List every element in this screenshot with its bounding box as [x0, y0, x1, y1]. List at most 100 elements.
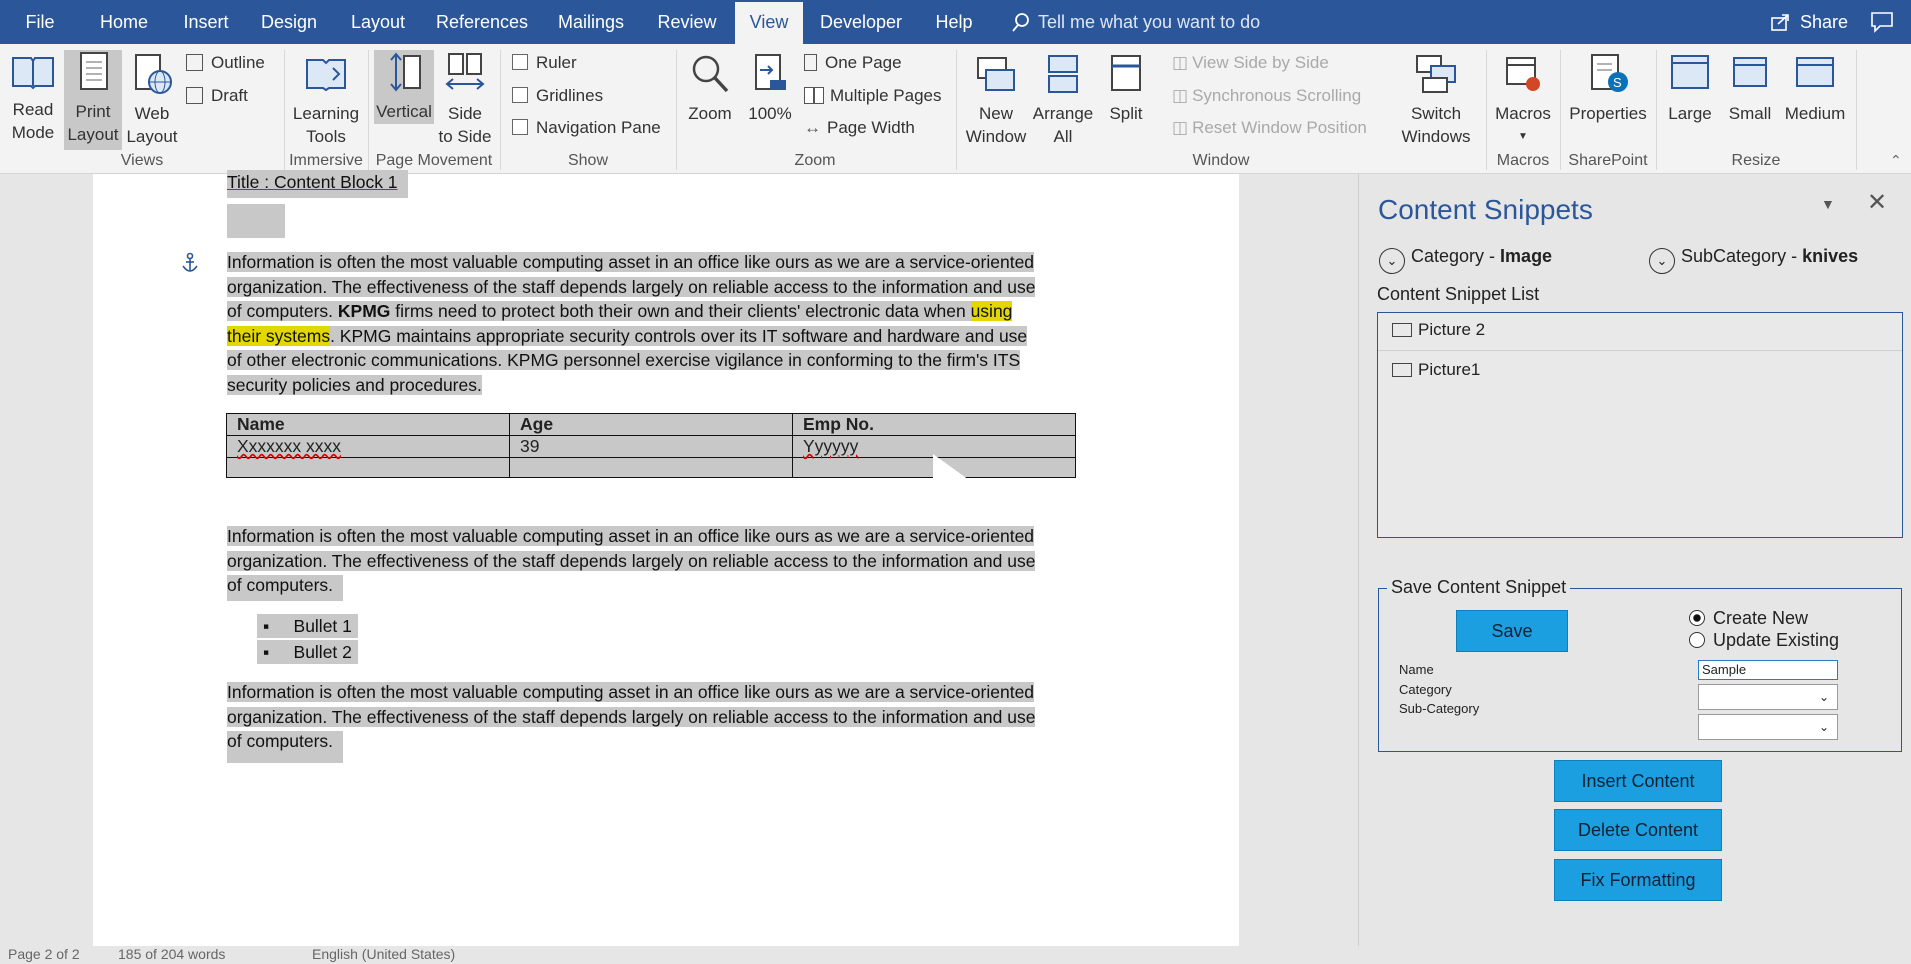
- split-button[interactable]: Split: [1096, 52, 1156, 126]
- zoom-label: Zoom: [688, 104, 732, 123]
- ruler-checkbox[interactable]: Ruler: [512, 53, 577, 73]
- page-width-button[interactable]: ↔ Page Width: [804, 118, 915, 138]
- bullet-2-text: Bullet 2: [293, 642, 352, 662]
- learning-tools-button[interactable]: Learning Tools: [290, 52, 362, 148]
- save-button[interactable]: Save: [1456, 610, 1568, 652]
- snippet-list[interactable]: Picture 2 Picture1: [1377, 312, 1903, 538]
- tab-layout[interactable]: Layout: [340, 0, 416, 44]
- category-dropdown[interactable]: ⌄ Category - Image: [1379, 246, 1552, 274]
- zoom-100-button[interactable]: 100%: [742, 52, 798, 126]
- paragraph-3[interactable]: Information is often the most valuable c…: [227, 680, 1197, 763]
- macros-icon: [1506, 57, 1540, 91]
- tab-view[interactable]: View: [735, 2, 803, 44]
- web-layout-button[interactable]: Web Layout: [124, 52, 180, 148]
- close-icon[interactable]: ✕: [1867, 188, 1887, 217]
- table-header-age: Age: [509, 413, 793, 436]
- arrange-all-button[interactable]: Arrange All: [1030, 52, 1096, 148]
- menu-bar: File Home Insert Design Layout Reference…: [0, 0, 1911, 44]
- tab-help[interactable]: Help: [924, 0, 984, 44]
- split-icon: [1111, 55, 1141, 91]
- fix-formatting-button[interactable]: Fix Formatting: [1554, 859, 1722, 901]
- image-snippet-icon: [1392, 323, 1412, 337]
- side-to-side-button[interactable]: Side to Side: [436, 52, 494, 148]
- paragraph-2-line-2: organization. The effectiveness of the s…: [227, 550, 1036, 571]
- large-button[interactable]: Large: [1660, 52, 1720, 126]
- pane-options-icon[interactable]: ▼: [1821, 196, 1835, 212]
- tab-home[interactable]: Home: [88, 0, 160, 44]
- synchronous-scrolling-button[interactable]: ◫ Synchronous Scrolling: [1172, 86, 1361, 106]
- small-button[interactable]: Small: [1720, 52, 1780, 126]
- chevron-down-icon: ⌄: [1818, 690, 1829, 704]
- large-window-icon: [1671, 55, 1709, 89]
- tab-insert[interactable]: Insert: [176, 0, 236, 44]
- gridlines-checkbox[interactable]: Gridlines: [512, 86, 603, 106]
- content-snippets-pane: Content Snippets ▼ ✕ ⌄ Category - Image ⌄…: [1358, 174, 1911, 946]
- print-layout-button[interactable]: Print Layout: [64, 50, 122, 150]
- multiple-pages-button[interactable]: Multiple Pages: [804, 86, 942, 106]
- new-window-button[interactable]: New Window: [962, 52, 1030, 148]
- properties-button[interactable]: S Properties: [1564, 52, 1652, 126]
- gridlines-checkbox-box: [512, 87, 528, 103]
- paragraph-1-line-3b: firms need to protect both their own and…: [390, 301, 971, 321]
- switch-windows-button[interactable]: Switch Windows: [1398, 52, 1474, 152]
- view-side-by-side-icon: ◫: [1172, 53, 1189, 72]
- tab-developer[interactable]: Developer: [815, 0, 907, 44]
- lightbulb-search-icon: [1012, 13, 1029, 32]
- radio-unselected: [1689, 632, 1705, 648]
- subcategory-label: SubCategory -: [1681, 246, 1803, 266]
- subcategory-dropdown[interactable]: ⌄ SubCategory - knives: [1649, 246, 1858, 274]
- view-side-by-side-button[interactable]: ◫ View Side by Side: [1172, 53, 1329, 73]
- reset-window-position-button[interactable]: ◫ Reset Window Position: [1172, 118, 1367, 138]
- one-page-button[interactable]: One Page: [804, 53, 902, 73]
- read-mode-button[interactable]: Read Mode: [2, 52, 64, 148]
- share-button[interactable]: Share: [1770, 0, 1848, 44]
- comments-icon[interactable]: [1870, 11, 1894, 33]
- language-status[interactable]: English (United States): [312, 946, 455, 962]
- image-snippet-icon: [1392, 363, 1412, 377]
- category-select[interactable]: ⌄: [1698, 684, 1838, 710]
- update-existing-radio[interactable]: Update Existing: [1689, 630, 1839, 651]
- content-block-title[interactable]: Title : Content Block 1: [227, 170, 408, 198]
- create-new-radio[interactable]: Create New: [1689, 608, 1808, 629]
- tab-design[interactable]: Design: [256, 0, 322, 44]
- insert-content-button[interactable]: Insert Content: [1554, 760, 1722, 802]
- side-to-side-label-2: to Side: [438, 127, 492, 146]
- name-label: Name: [1399, 662, 1434, 677]
- medium-button[interactable]: Medium: [1780, 52, 1850, 126]
- one-page-icon: [804, 54, 817, 71]
- page-count[interactable]: Page 2 of 2: [8, 946, 80, 962]
- navigation-pane-checkbox[interactable]: Navigation Pane: [512, 118, 661, 138]
- draft-icon: [186, 87, 203, 104]
- tell-me-box[interactable]: Tell me what you want to do: [1010, 0, 1260, 44]
- table-header-name: Name: [226, 413, 510, 436]
- list-item[interactable]: Picture 2: [1378, 313, 1902, 351]
- web-page-icon: [135, 54, 172, 94]
- subcategory-select[interactable]: ⌄: [1698, 714, 1838, 740]
- view-side-by-side-label: View Side by Side: [1192, 53, 1329, 72]
- outline-button[interactable]: Outline: [186, 53, 265, 73]
- page-width-icon: ↔: [804, 118, 821, 137]
- collapse-ribbon-icon[interactable]: ⌃: [1890, 152, 1902, 169]
- macros-dropdown-icon: ▼: [1518, 131, 1528, 142]
- tab-review[interactable]: Review: [650, 0, 724, 44]
- macros-button[interactable]: Macros ▼: [1490, 52, 1556, 148]
- zoom-button[interactable]: Zoom: [682, 52, 738, 126]
- paragraph-2[interactable]: Information is often the most valuable c…: [227, 524, 1197, 601]
- paragraph-1[interactable]: Information is often the most valuable c…: [227, 250, 1197, 397]
- list-item[interactable]: Picture1: [1378, 351, 1902, 389]
- bullet-list[interactable]: ▪ Bullet 1 ▪ Bullet 2: [257, 614, 1227, 666]
- tab-references[interactable]: References: [432, 0, 532, 44]
- tab-file[interactable]: File: [14, 0, 66, 44]
- word-count[interactable]: 185 of 204 words: [118, 946, 225, 962]
- multiple-pages-label: Multiple Pages: [830, 86, 942, 105]
- chevron-down-icon: ⌄: [1379, 248, 1405, 274]
- tab-mailings[interactable]: Mailings: [550, 0, 632, 44]
- document-page[interactable]: Title : Content Block 1 Information is o…: [93, 170, 1239, 946]
- name-field[interactable]: Sample: [1698, 660, 1838, 680]
- draft-button[interactable]: Draft: [186, 86, 248, 106]
- vertical-button[interactable]: Vertical: [374, 50, 434, 124]
- delete-content-button[interactable]: Delete Content: [1554, 809, 1722, 851]
- small-window-icon: [1733, 57, 1767, 87]
- resize-group-label: Resize: [1731, 152, 1781, 169]
- zoom-100-icon: [755, 54, 786, 90]
